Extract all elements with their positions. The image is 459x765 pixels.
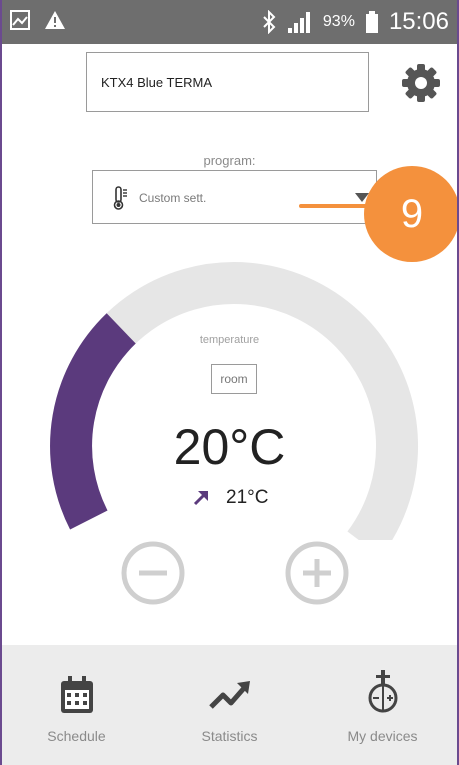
calendar-icon — [60, 676, 93, 713]
temperature-mode-button[interactable]: room — [211, 364, 257, 394]
increase-temperature-button[interactable] — [285, 541, 349, 605]
current-temperature-row: 21°C — [192, 484, 268, 512]
nav-item-schedule[interactable]: Schedule — [0, 645, 153, 765]
signal-icon — [287, 12, 310, 33]
system-indicators: 93% 15:06 — [261, 6, 449, 38]
bottom-navigation: Schedule Statistics My devices — [0, 645, 459, 765]
trend-up-icon — [208, 681, 250, 709]
program-selected-value: Custom sett. — [139, 191, 207, 205]
decrease-temperature-button[interactable] — [121, 541, 185, 605]
bluetooth-icon — [263, 10, 276, 34]
setpoint-temperature: 20°C — [173, 419, 286, 475]
settings-button[interactable] — [400, 62, 442, 104]
nav-item-statistics[interactable]: Statistics — [153, 645, 306, 765]
device-name: KTX4 Blue TERMA — [101, 74, 213, 90]
nav-item-my-devices[interactable]: My devices — [306, 645, 459, 765]
plus-circle-icon — [285, 541, 349, 605]
warning-icon — [45, 11, 65, 29]
status-bar: 93% 15:06 — [0, 0, 459, 44]
program-label: program: — [203, 153, 256, 168]
temperature-mode-label: room — [220, 372, 248, 386]
nav-label-my-devices: My devices — [347, 728, 418, 744]
callout-number-badge: 9 — [364, 166, 459, 262]
thermostat-device-icon — [368, 670, 397, 713]
thermometer-icon — [113, 186, 127, 210]
image-notification-icon — [10, 10, 30, 30]
battery-percent: 93% — [322, 13, 355, 30]
clock: 15:06 — [388, 8, 449, 35]
device-name-box[interactable]: KTX4 Blue TERMA — [86, 52, 369, 112]
current-temperature: 21°C — [226, 487, 269, 508]
nav-label-schedule: Schedule — [47, 728, 106, 744]
minus-circle-icon — [121, 541, 185, 605]
battery-icon — [365, 11, 378, 33]
nav-label-statistics: Statistics — [201, 728, 258, 744]
gear-icon — [402, 64, 440, 102]
arrow-up-right-icon — [193, 491, 208, 506]
temperature-label: temperature — [199, 334, 260, 346]
notification-icons — [10, 10, 66, 30]
program-dropdown[interactable]: Custom sett. — [92, 170, 377, 224]
